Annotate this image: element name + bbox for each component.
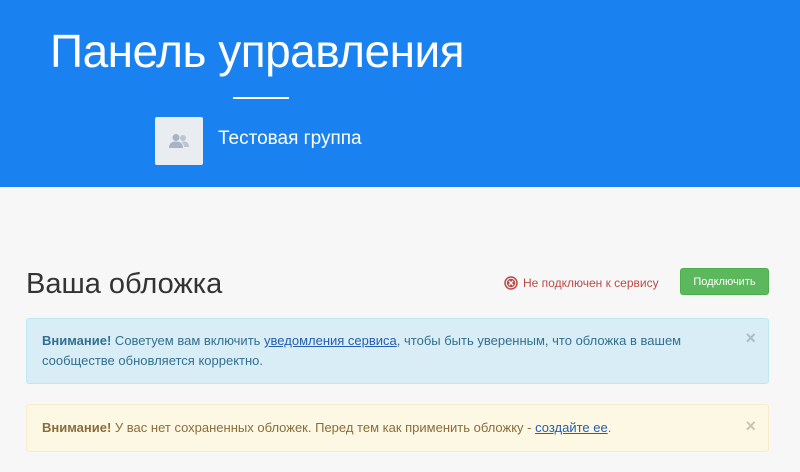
- close-icon[interactable]: ×: [745, 329, 756, 347]
- info-alert: Внимание! Советуем вам включить уведомле…: [26, 318, 769, 384]
- group-avatar[interactable]: [155, 117, 203, 165]
- title-divider: [233, 97, 289, 99]
- create-cover-link[interactable]: создайте ее: [535, 420, 608, 435]
- alert-strong-label: Внимание!: [42, 420, 112, 435]
- connect-button[interactable]: Подключить: [680, 268, 769, 295]
- section-title: Ваша обложка: [26, 268, 223, 300]
- group-name[interactable]: Тестовая группа: [218, 128, 362, 150]
- close-circle-icon: [504, 276, 518, 290]
- alert-text-end: .: [607, 420, 612, 435]
- users-icon: [169, 134, 189, 148]
- alert-strong-label: Внимание!: [42, 333, 112, 348]
- alert-text: Советуем вам включить: [111, 333, 265, 348]
- connection-status: Не подключен к сервису: [504, 276, 659, 290]
- warning-alert: Внимание! У вас нет сохраненных обложек.…: [26, 404, 769, 452]
- status-text: Не подключен к сервису: [523, 276, 659, 290]
- header: Панель управления Тестовая группа: [0, 0, 800, 187]
- alert-text: У вас нет сохраненных обложек. Перед тем…: [111, 420, 536, 435]
- close-icon[interactable]: ×: [745, 417, 756, 435]
- service-notifications-link[interactable]: уведомления сервиса: [264, 333, 397, 348]
- page-title: Панель управления: [50, 25, 465, 77]
